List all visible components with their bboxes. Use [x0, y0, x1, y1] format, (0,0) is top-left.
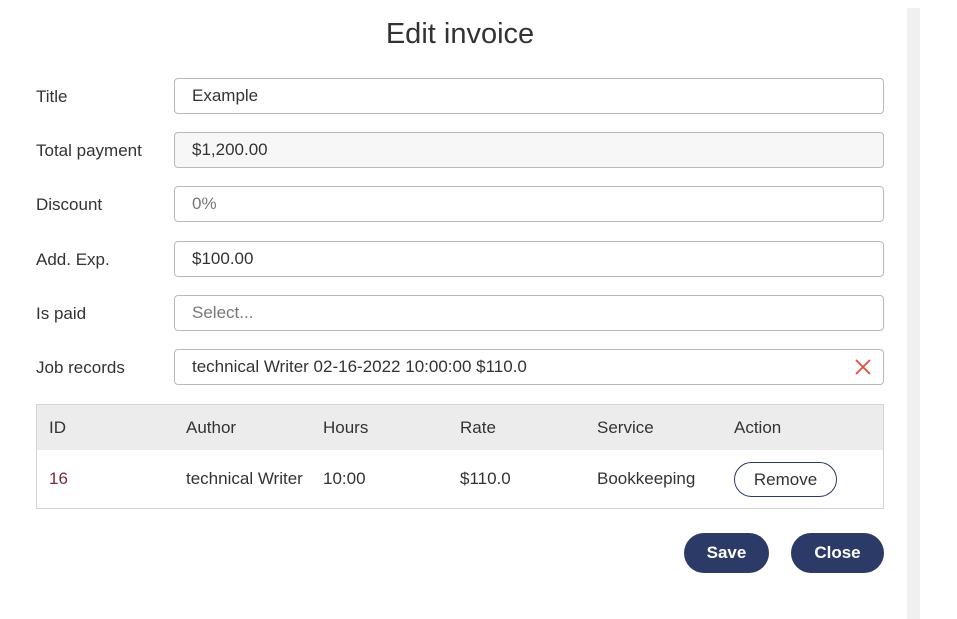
- field-label: Total payment: [36, 141, 142, 160]
- field-is-paid: Is paid Select...: [36, 295, 884, 331]
- header-author: Author: [186, 418, 237, 437]
- remove-button[interactable]: Remove: [734, 462, 837, 497]
- header-action: Action: [734, 418, 782, 437]
- clear-icon[interactable]: [853, 357, 873, 377]
- save-button[interactable]: Save: [684, 533, 769, 573]
- table-header: ID Author Hours Rate Service Action: [37, 405, 883, 450]
- job-records-table: ID Author Hours Rate Service Action 16 t…: [36, 404, 884, 509]
- close-button[interactable]: Close: [791, 533, 884, 573]
- field-label: Discount: [36, 195, 103, 214]
- header-service: Service: [597, 418, 654, 437]
- add-exp-input[interactable]: $100.00: [174, 241, 884, 277]
- field-job-records: Job records technical Writer 02-16-2022 …: [36, 349, 884, 385]
- job-records-select[interactable]: technical Writer 02-16-2022 10:00:00 $11…: [174, 349, 884, 385]
- field-label: Job records: [36, 358, 125, 377]
- scrollbar[interactable]: [907, 8, 920, 619]
- discount-input[interactable]: 0%: [174, 186, 884, 222]
- title-input[interactable]: Example: [174, 78, 884, 114]
- field-label: Add. Exp.: [36, 250, 110, 269]
- header-rate: Rate: [460, 418, 496, 437]
- cell-id: 16: [49, 469, 68, 488]
- field-label: Title: [36, 87, 68, 106]
- table-row: 16 technical Writer 10:00 $110.0 Bookkee…: [37, 450, 883, 508]
- total-payment-input[interactable]: $1,200.00: [174, 132, 884, 168]
- header-hours: Hours: [323, 418, 369, 437]
- cell-service: Bookkeeping: [597, 469, 696, 488]
- dialog-title: Edit invoice: [385, 18, 535, 50]
- field-total-payment: Total payment $1,200.00: [36, 132, 884, 168]
- is-paid-select[interactable]: Select...: [174, 295, 884, 331]
- cell-hours: 10:00: [323, 469, 366, 488]
- field-title: Title Example: [36, 78, 884, 114]
- field-add-exp: Add. Exp. $100.00: [36, 241, 884, 277]
- cell-rate: $110.0: [460, 469, 511, 488]
- cell-author: technical Writer: [186, 469, 303, 488]
- header-id: ID: [49, 418, 66, 437]
- job-records-value: technical Writer 02-16-2022 10:00:00 $11…: [192, 357, 527, 376]
- field-label: Is paid: [36, 304, 87, 323]
- field-discount: Discount 0%: [36, 186, 884, 222]
